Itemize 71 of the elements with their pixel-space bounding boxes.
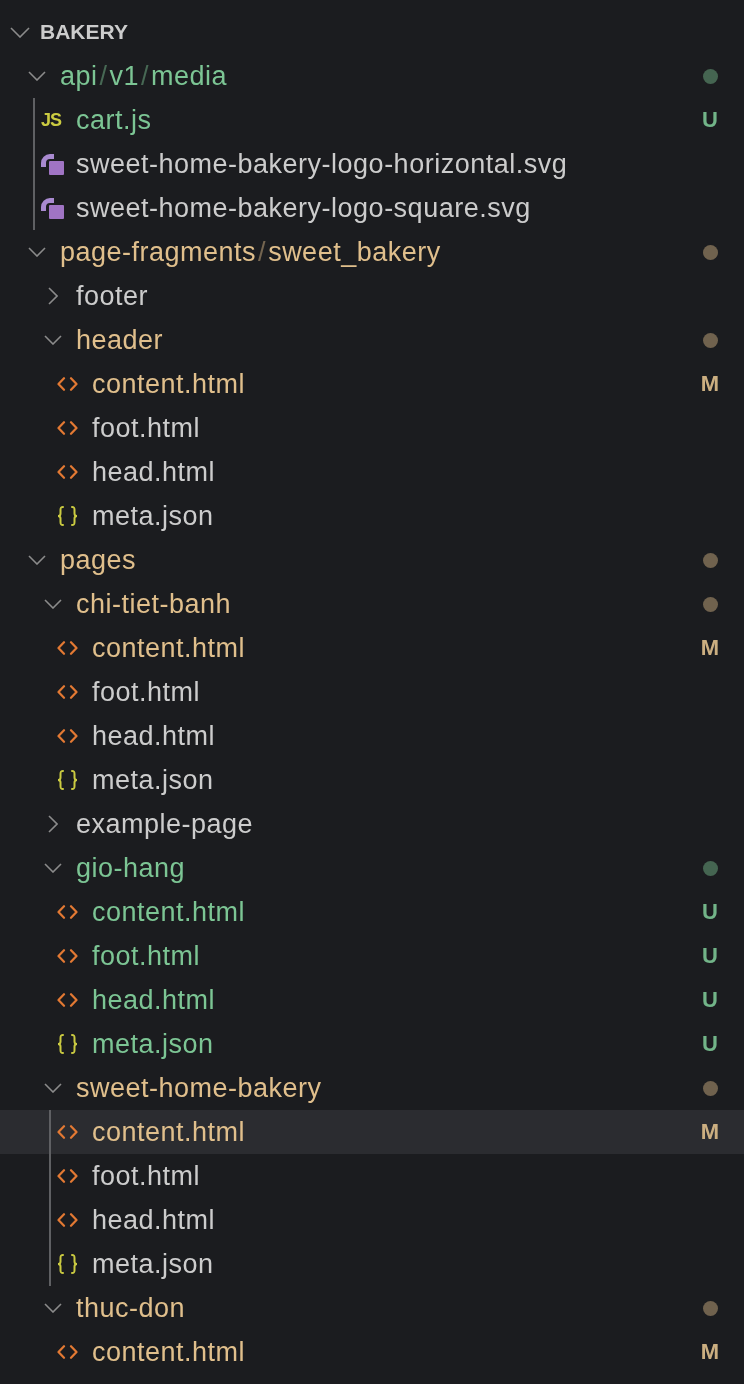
- code-brackets-icon: [57, 949, 78, 963]
- file-row[interactable]: foot.html: [0, 670, 744, 714]
- chevron-down-icon[interactable]: [44, 599, 62, 609]
- file-row[interactable]: content.html U: [0, 890, 744, 934]
- folder-row[interactable]: page-fragments/sweet_bakery: [0, 230, 744, 274]
- chevron-down-icon[interactable]: [10, 26, 30, 38]
- folder-row[interactable]: footer: [0, 274, 744, 318]
- code-brackets-icon: [57, 685, 78, 699]
- file-row[interactable]: meta.json U: [0, 1022, 744, 1066]
- git-status-letter: U: [701, 107, 719, 133]
- folder-row[interactable]: header: [0, 318, 744, 362]
- code-brackets-icon: [57, 377, 78, 391]
- file-row[interactable]: content.html M: [0, 362, 744, 406]
- folder-row[interactable]: sweet-home-bakery: [0, 1066, 744, 1110]
- curly-braces-icon: [57, 1034, 78, 1054]
- git-status-letter: U: [701, 943, 719, 969]
- js-file-icon: JS: [41, 111, 62, 129]
- code-brackets-icon: [57, 465, 78, 479]
- file-row[interactable]: foot.html U: [0, 934, 744, 978]
- code-brackets-icon: [57, 421, 78, 435]
- git-status-letter: M: [699, 1119, 721, 1145]
- chevron-down-icon[interactable]: [44, 863, 62, 873]
- git-status-letter: U: [701, 1031, 719, 1057]
- file-row[interactable]: meta.json: [0, 1242, 744, 1286]
- chevron-down-icon[interactable]: [28, 555, 46, 565]
- git-status-letter: M: [699, 1339, 721, 1365]
- code-brackets-icon: [57, 905, 78, 919]
- git-status-letter: M: [699, 371, 721, 397]
- folder-row[interactable]: example-page: [0, 802, 744, 846]
- folder-row[interactable]: thuc-don: [0, 1286, 744, 1330]
- file-row[interactable]: head.html: [0, 1198, 744, 1242]
- shapes-icon: [41, 197, 64, 219]
- code-brackets-icon: [57, 1125, 78, 1139]
- curly-braces-icon: [57, 1254, 78, 1274]
- folder-row[interactable]: pages: [0, 538, 744, 582]
- code-brackets-icon: [57, 1345, 78, 1359]
- git-status-letter: U: [701, 899, 719, 925]
- code-brackets-icon: [57, 729, 78, 743]
- file-row[interactable]: head.html U: [0, 978, 744, 1022]
- chevron-down-icon[interactable]: [44, 1083, 62, 1093]
- chevron-down-icon[interactable]: [28, 71, 46, 81]
- workspace-header[interactable]: BAKERY: [0, 10, 744, 54]
- chevron-down-icon[interactable]: [28, 247, 46, 257]
- curly-braces-icon: [57, 770, 78, 790]
- file-row[interactable]: JS cart.js U: [0, 98, 744, 142]
- file-row[interactable]: head.html: [0, 714, 744, 758]
- shapes-icon: [41, 153, 64, 175]
- code-brackets-icon: [57, 1213, 78, 1227]
- git-status-letter: M: [699, 635, 721, 661]
- file-row[interactable]: content.html M: [0, 1330, 744, 1374]
- file-row[interactable]: content.html M: [0, 626, 744, 670]
- folder-row[interactable]: chi-tiet-banh: [0, 582, 744, 626]
- file-row[interactable]: foot.html: [0, 1154, 744, 1198]
- folder-row[interactable]: gio-hang: [0, 846, 744, 890]
- file-row[interactable]: sweet-home-bakery-logo-horizontal.svg: [0, 142, 744, 186]
- code-brackets-icon: [57, 1169, 78, 1183]
- file-row[interactable]: foot.html: [0, 406, 744, 450]
- chevron-down-icon[interactable]: [44, 1303, 62, 1313]
- file-row[interactable]: sweet-home-bakery-logo-square.svg: [0, 186, 744, 230]
- file-row[interactable]: meta.json: [0, 494, 744, 538]
- file-row[interactable]: head.html: [0, 450, 744, 494]
- file-row[interactable]: meta.json: [0, 758, 744, 802]
- chevron-right-icon[interactable]: [48, 815, 58, 833]
- chevron-right-icon[interactable]: [48, 287, 58, 305]
- folder-row[interactable]: api/v1/media: [0, 54, 744, 98]
- file-row[interactable]: content.html M: [0, 1110, 744, 1154]
- git-status-letter: U: [701, 987, 719, 1013]
- chevron-down-icon[interactable]: [44, 335, 62, 345]
- curly-braces-icon: [57, 506, 78, 526]
- code-brackets-icon: [57, 641, 78, 655]
- code-brackets-icon: [57, 993, 78, 1007]
